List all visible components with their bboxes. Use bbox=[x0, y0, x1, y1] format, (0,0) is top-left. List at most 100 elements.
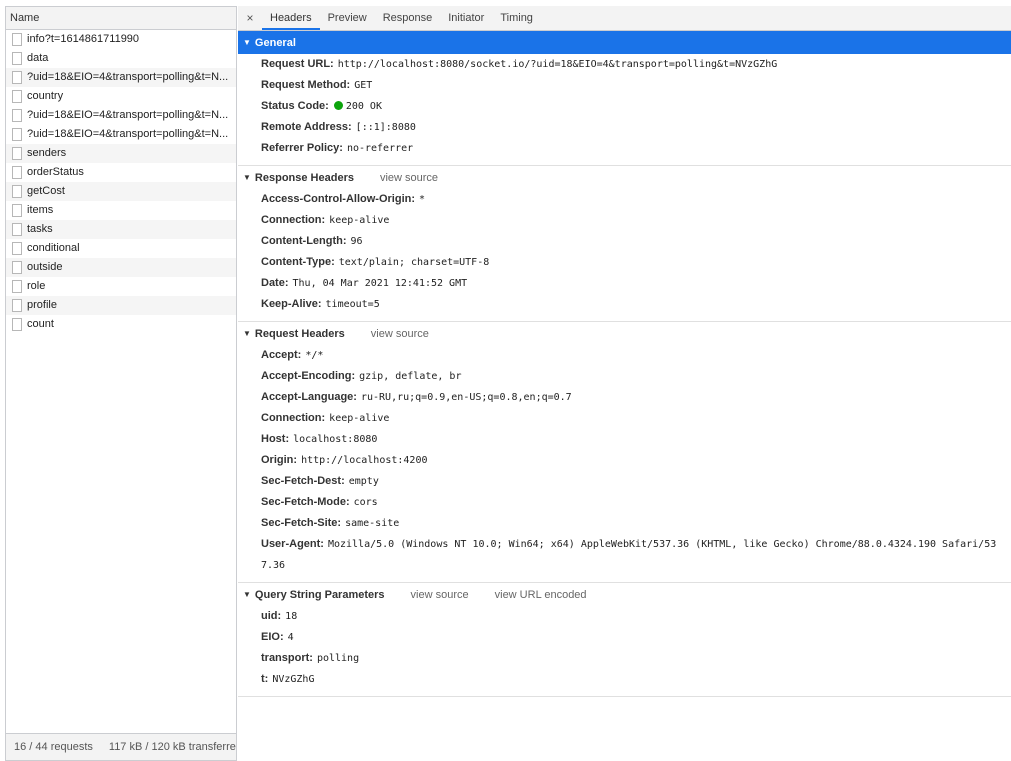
param-key: t: bbox=[261, 673, 269, 685]
request-name: orderStatus bbox=[27, 166, 84, 178]
request-row[interactable]: tasks bbox=[6, 220, 236, 239]
header-key: Sec-Fetch-Site: bbox=[261, 517, 342, 529]
header-key: Request URL: bbox=[261, 58, 334, 70]
request-name: country bbox=[27, 90, 64, 102]
header-key: Keep-Alive: bbox=[261, 298, 322, 310]
header-row: Host: localhost:8080 bbox=[238, 429, 1011, 450]
request-row[interactable]: orderStatus bbox=[6, 163, 236, 182]
header-value: timeout=5 bbox=[325, 299, 380, 310]
request-name: tasks bbox=[27, 223, 53, 235]
section-title: General bbox=[254, 36, 296, 49]
request-name: items bbox=[27, 204, 54, 216]
header-row: Content-Length: 96 bbox=[238, 231, 1011, 252]
section-title: Query String Parameters bbox=[254, 588, 385, 601]
file-icon bbox=[12, 261, 22, 274]
header-key: User-Agent: bbox=[261, 538, 324, 550]
request-name: role bbox=[27, 280, 46, 292]
response-headers-section: ▼ Response Headers view source Access-Co… bbox=[238, 166, 1011, 322]
header-value: 200 OK bbox=[345, 101, 382, 112]
request-name: ?uid=18&EIO=4&transport=polling&t=N... bbox=[27, 71, 229, 83]
header-value: ru-RU,ru;q=0.9,en-US;q=0.8,en;q=0.7 bbox=[360, 392, 572, 403]
tab-headers[interactable]: Headers bbox=[262, 6, 320, 30]
param-value: NVzGZhG bbox=[272, 674, 315, 685]
view-url-encoded-link[interactable]: view URL encoded bbox=[495, 589, 587, 601]
response-headers-section-header[interactable]: ▼ Response Headers view source bbox=[238, 166, 1011, 189]
file-icon bbox=[12, 223, 22, 236]
request-row[interactable]: info?t=1614861711990 bbox=[6, 30, 236, 49]
request-row[interactable]: profile bbox=[6, 296, 236, 315]
header-key: Accept-Encoding: bbox=[261, 370, 356, 382]
query-params-section-header[interactable]: ▼ Query String Parameters view source vi… bbox=[238, 583, 1011, 606]
param-row: uid: 18 bbox=[238, 606, 1011, 627]
tab-timing[interactable]: Timing bbox=[492, 6, 541, 30]
request-row[interactable]: getCost bbox=[6, 182, 236, 201]
request-row[interactable]: conditional bbox=[6, 239, 236, 258]
header-row-request-method: Request Method: GET bbox=[238, 75, 1011, 96]
header-value: localhost:8080 bbox=[293, 434, 378, 445]
expand-triangle-icon: ▼ bbox=[243, 329, 251, 338]
request-name: ?uid=18&EIO=4&transport=polling&t=N... bbox=[27, 128, 229, 140]
request-name: ?uid=18&EIO=4&transport=polling&t=N... bbox=[27, 109, 229, 121]
header-row-user-agent: User-Agent: Mozilla/5.0 (Windows NT 10.0;… bbox=[238, 534, 1011, 576]
tab-response[interactable]: Response bbox=[375, 6, 441, 30]
details-tab-bar: × Headers Preview Response Initiator Tim… bbox=[238, 6, 1011, 31]
header-row: Date: Thu, 04 Mar 2021 12:41:52 GMT bbox=[238, 273, 1011, 294]
request-headers-section-header[interactable]: ▼ Request Headers view source bbox=[238, 322, 1011, 345]
header-row: Keep-Alive: timeout=5 bbox=[238, 294, 1011, 315]
file-icon bbox=[12, 185, 22, 198]
file-icon bbox=[12, 166, 22, 179]
header-row: Content-Type: text/plain; charset=UTF-8 bbox=[238, 252, 1011, 273]
file-icon bbox=[12, 242, 22, 255]
header-key: Date: bbox=[261, 277, 289, 289]
header-key: Accept: bbox=[261, 349, 302, 361]
request-name: senders bbox=[27, 147, 67, 159]
transferred-size: 117 kB / 120 kB transferred bbox=[108, 741, 236, 753]
request-name: getCost bbox=[27, 185, 65, 197]
request-row[interactable]: items bbox=[6, 201, 236, 220]
request-row[interactable]: outside bbox=[6, 258, 236, 277]
view-source-link[interactable]: view source bbox=[380, 172, 438, 184]
request-row[interactable]: data bbox=[6, 49, 236, 68]
param-row: EIO: 4 bbox=[238, 627, 1011, 648]
request-row[interactable]: count bbox=[6, 315, 236, 334]
header-key: Access-Control-Allow-Origin: bbox=[261, 193, 416, 205]
header-value: empty bbox=[348, 476, 379, 487]
request-row[interactable]: ?uid=18&EIO=4&transport=polling&t=N... bbox=[6, 125, 236, 144]
header-value: http://localhost:4200 bbox=[301, 455, 428, 466]
tab-initiator[interactable]: Initiator bbox=[440, 6, 492, 30]
header-value: keep-alive bbox=[329, 215, 390, 226]
request-row[interactable]: senders bbox=[6, 144, 236, 163]
header-row: Accept-Language: ru-RU,ru;q=0.9,en-US;q=0… bbox=[238, 387, 1011, 408]
file-icon bbox=[12, 204, 22, 217]
close-icon[interactable]: × bbox=[238, 6, 262, 30]
header-key: Sec-Fetch-Dest: bbox=[261, 475, 345, 487]
header-key: Status Code: bbox=[261, 100, 329, 112]
expand-triangle-icon: ▼ bbox=[243, 173, 251, 182]
general-section-header[interactable]: ▼ General bbox=[238, 31, 1011, 54]
request-name: profile bbox=[27, 299, 57, 311]
file-icon bbox=[12, 109, 22, 122]
request-row[interactable]: ?uid=18&EIO=4&transport=polling&t=N... bbox=[6, 106, 236, 125]
network-status-bar: 16 / 44 requests 117 kB / 120 kB transfe… bbox=[6, 733, 236, 760]
header-row: Connection: keep-alive bbox=[238, 210, 1011, 231]
name-column-header[interactable]: Name bbox=[6, 7, 236, 30]
view-source-link[interactable]: view source bbox=[411, 589, 469, 601]
header-value: GET bbox=[354, 80, 373, 91]
header-key: Remote Address: bbox=[261, 121, 352, 133]
header-value: gzip, deflate, br bbox=[359, 371, 462, 382]
header-row: Sec-Fetch-Site: same-site bbox=[238, 513, 1011, 534]
param-row: transport: polling bbox=[238, 648, 1011, 669]
request-row[interactable]: country bbox=[6, 87, 236, 106]
param-row: t: NVzGZhG bbox=[238, 669, 1011, 690]
request-details-panel: × Headers Preview Response Initiator Tim… bbox=[238, 6, 1011, 761]
header-key: Connection: bbox=[261, 214, 326, 226]
header-row-referrer-policy: Referrer Policy: no-referrer bbox=[238, 138, 1011, 159]
header-key: Sec-Fetch-Mode: bbox=[261, 496, 350, 508]
tab-preview[interactable]: Preview bbox=[320, 6, 375, 30]
request-row-selected[interactable]: ?uid=18&EIO=4&transport=polling&t=N... bbox=[6, 68, 236, 87]
header-key: Host: bbox=[261, 433, 290, 445]
expand-triangle-icon: ▼ bbox=[243, 590, 251, 599]
request-row[interactable]: role bbox=[6, 277, 236, 296]
header-key: Accept-Language: bbox=[261, 391, 357, 403]
view-source-link[interactable]: view source bbox=[371, 328, 429, 340]
